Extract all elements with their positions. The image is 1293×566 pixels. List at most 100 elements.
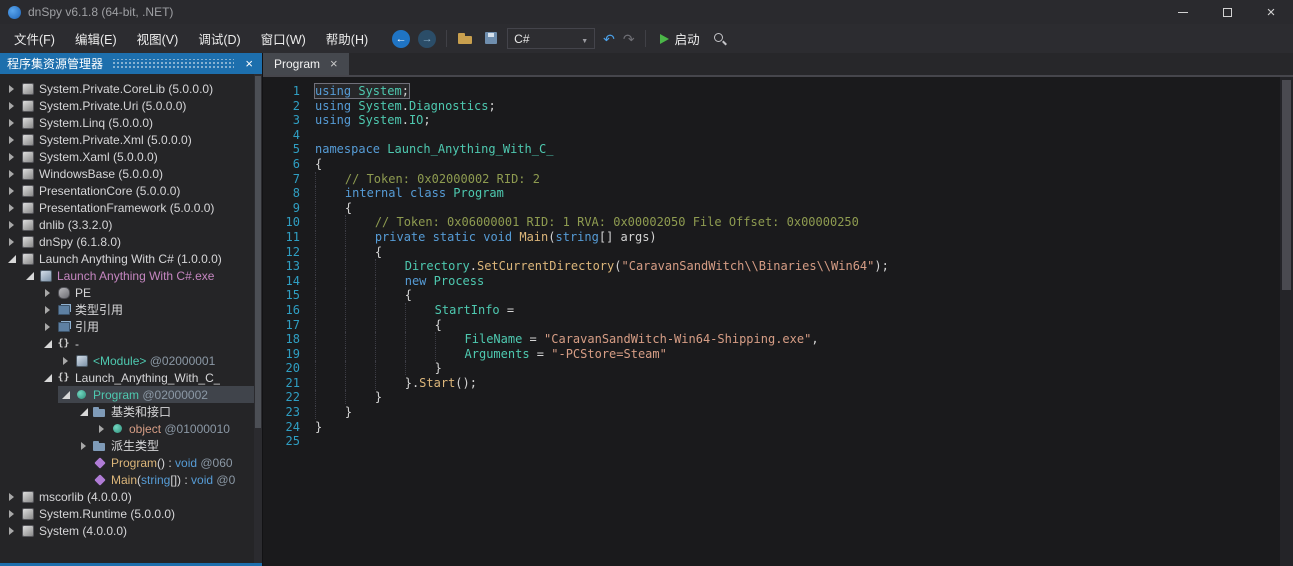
code-line[interactable]: 15 { [263,288,1293,303]
editor-scrollbar-thumb[interactable] [1282,80,1291,290]
code-line[interactable]: 6{ [263,157,1293,172]
expander-collapsed-icon[interactable] [4,238,19,246]
expander-collapsed-icon[interactable] [4,119,19,127]
menu-item[interactable]: 帮助(H) [316,24,378,53]
code-line[interactable]: 17 { [263,318,1293,333]
code-line[interactable]: 4 [263,128,1293,143]
editor-scrollbar[interactable] [1280,77,1293,566]
expander-collapsed-icon[interactable] [4,187,19,195]
tree-item[interactable]: System.Private.CoreLib (5.0.0.0) [0,80,262,97]
code-line[interactable]: 1using System; [263,84,1293,99]
tree-item[interactable]: PE [0,284,262,301]
open-file-button[interactable] [457,31,475,46]
tree-item[interactable]: System.Private.Xml (5.0.0.0) [0,131,262,148]
code-line[interactable]: 22 } [263,390,1293,405]
assembly-tree[interactable]: System.Private.CoreLib (5.0.0.0)System.P… [0,74,262,563]
tree-item[interactable]: System (4.0.0.0) [0,522,262,539]
code-line[interactable]: 8 internal class Program [263,186,1293,201]
code-line[interactable]: 11 private static void Main(string[] arg… [263,230,1293,245]
menu-item[interactable]: 文件(F) [4,24,65,53]
expander-expanded-icon[interactable] [40,374,55,382]
tree-item[interactable]: PresentationFramework (5.0.0.0) [0,199,262,216]
code-line[interactable]: 25 [263,434,1293,449]
tree-item[interactable]: 引用 [0,318,262,335]
minimize-button[interactable] [1161,0,1205,24]
expander-collapsed-icon[interactable] [40,306,55,314]
save-all-button[interactable] [483,31,499,46]
tab-program[interactable]: Program [263,53,349,75]
expander-collapsed-icon[interactable] [4,102,19,110]
tree-item[interactable]: {}- [0,335,262,352]
expander-collapsed-icon[interactable] [4,510,19,518]
tree-item[interactable]: System.Linq (5.0.0.0) [0,114,262,131]
menu-item[interactable]: 视图(V) [127,24,189,53]
expander-collapsed-icon[interactable] [4,170,19,178]
menu-item[interactable]: 调试(D) [188,24,250,53]
tree-item[interactable]: dnSpy (6.1.8.0) [0,233,262,250]
tree-item[interactable]: System.Runtime (5.0.0.0) [0,505,262,522]
tree-scrollbar[interactable] [254,74,262,563]
tree-item[interactable]: System.Private.Uri (5.0.0.0) [0,97,262,114]
expander-expanded-icon[interactable] [76,408,91,416]
tree-item[interactable]: Launch Anything With C# (1.0.0.0) [0,250,262,267]
language-selector[interactable]: C# [507,28,595,49]
menu-item[interactable]: 窗口(W) [251,24,316,53]
tree-item[interactable]: 类型引用 [0,301,262,318]
panel-drag-grip[interactable] [112,59,234,68]
expander-collapsed-icon[interactable] [4,153,19,161]
code-line[interactable]: 18 FileName = "CaravanSandWitch-Win64-Sh… [263,332,1293,347]
code-line[interactable]: 14 new Process [263,274,1293,289]
close-button[interactable]: × [1249,0,1293,24]
code-line[interactable]: 9 { [263,201,1293,216]
code-line[interactable]: 10 // Token: 0x06000001 RID: 1 RVA: 0x00… [263,215,1293,230]
code-line[interactable]: 12 { [263,245,1293,260]
code-line[interactable]: 21 }.Start(); [263,376,1293,391]
code-line[interactable]: 7 // Token: 0x02000002 RID: 2 [263,172,1293,187]
code-line[interactable]: 24} [263,420,1293,435]
code-line[interactable]: 5namespace Launch_Anything_With_C_ [263,142,1293,157]
expander-expanded-icon[interactable] [4,255,19,263]
code-line[interactable]: 3using System.IO; [263,113,1293,128]
tree-item[interactable]: WindowsBase (5.0.0.0) [0,165,262,182]
expander-collapsed-icon[interactable] [4,136,19,144]
code-line[interactable]: 13 Directory.SetCurrentDirectory("Carava… [263,259,1293,274]
maximize-button[interactable] [1205,0,1249,24]
expander-collapsed-icon[interactable] [4,527,19,535]
expander-collapsed-icon[interactable] [40,289,55,297]
tree-item[interactable]: Launch Anything With C#.exe [0,267,262,284]
expander-expanded-icon[interactable] [58,391,73,399]
expander-collapsed-icon[interactable] [76,442,91,450]
expander-expanded-icon[interactable] [40,340,55,348]
tree-item[interactable]: Program() : void @060 [0,454,262,471]
panel-close-button[interactable]: × [243,57,255,70]
expander-collapsed-icon[interactable] [4,493,19,501]
expander-collapsed-icon[interactable] [4,204,19,212]
tree-item[interactable]: {}Launch_Anything_With_C_ [0,369,262,386]
tree-item[interactable]: PresentationCore (5.0.0.0) [0,182,262,199]
expander-collapsed-icon[interactable] [40,323,55,331]
tab-close-icon[interactable] [330,57,338,71]
tree-scrollbar-thumb[interactable] [255,76,261,428]
tree-item[interactable]: Main(string[]) : void @0 [0,471,262,488]
code-editor[interactable]: 1using System;2using System.Diagnostics;… [263,77,1293,566]
tree-item[interactable]: mscorlib (4.0.0.0) [0,488,262,505]
tree-item[interactable]: <Module> @02000001 [0,352,262,369]
undo-button[interactable] [603,32,615,46]
code-line[interactable]: 23 } [263,405,1293,420]
tree-item[interactable]: 派生类型 [0,437,262,454]
code-line[interactable]: 20 } [263,361,1293,376]
navigate-back-button[interactable] [392,30,410,48]
tree-item[interactable]: System.Xaml (5.0.0.0) [0,148,262,165]
search-icon[interactable] [712,31,728,47]
code-line[interactable]: 16 StartInfo = [263,303,1293,318]
expander-collapsed-icon[interactable] [4,85,19,93]
tree-item[interactable]: 基类和接口 [0,403,262,420]
tree-item[interactable]: dnlib (3.3.2.0) [0,216,262,233]
start-button[interactable]: 启动 [656,29,704,48]
tree-item[interactable]: Program @02000002 [0,386,262,403]
expander-collapsed-icon[interactable] [94,425,109,433]
expander-expanded-icon[interactable] [22,272,37,280]
code-line[interactable]: 19 Arguments = "-PCStore=Steam" [263,347,1293,362]
redo-button[interactable] [623,32,635,46]
navigate-forward-button[interactable] [418,30,436,48]
